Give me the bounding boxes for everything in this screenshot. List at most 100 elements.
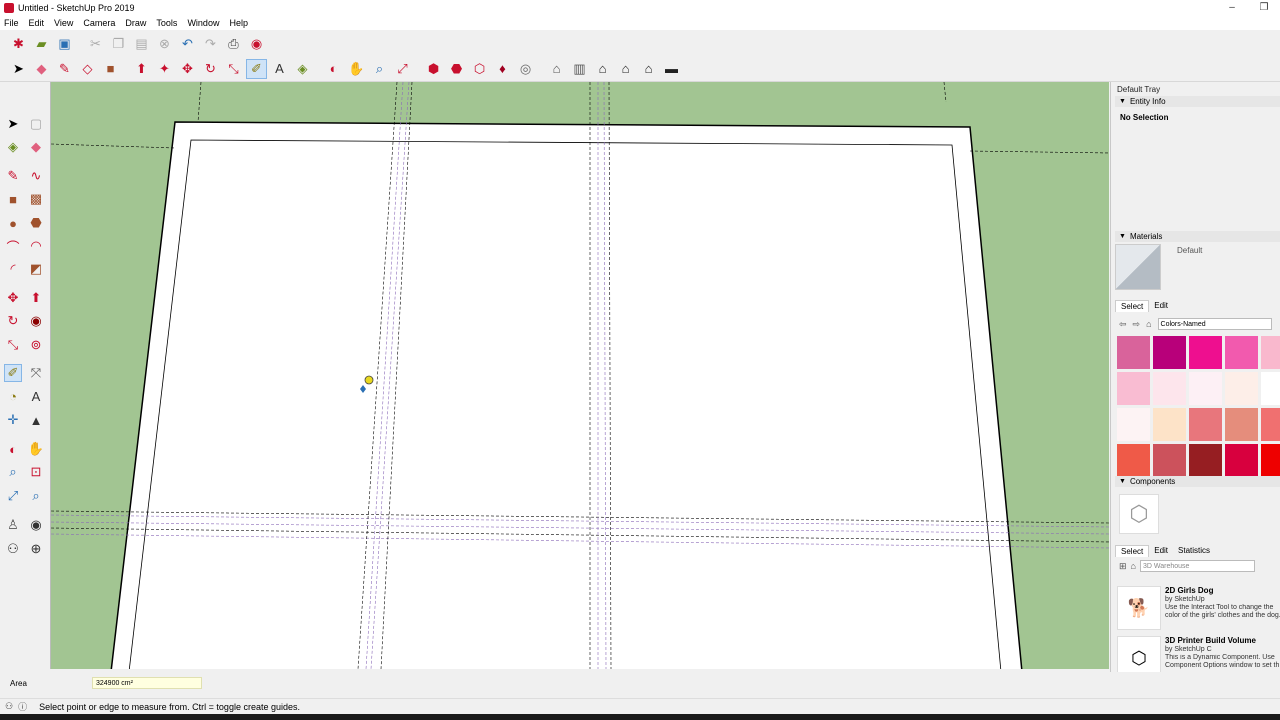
material-swatch[interactable] — [1153, 408, 1186, 441]
position-camera-icon[interactable]: ♙ — [4, 516, 22, 534]
material-swatch[interactable] — [1117, 372, 1150, 405]
offset-tool-icon[interactable]: ⊚ — [27, 336, 45, 354]
back-arrow-icon[interactable]: ⇦ — [1119, 319, 1127, 330]
components-tab-statistics[interactable]: Statistics — [1173, 545, 1215, 557]
pan-icon[interactable]: ✋ — [346, 59, 367, 79]
cut-icon[interactable]: ✂ — [85, 33, 106, 53]
rotate-icon[interactable]: ↻ — [200, 59, 221, 79]
home-icon[interactable]: ⌂ — [1146, 319, 1151, 329]
material-swatch[interactable] — [1117, 444, 1150, 477]
rectangle-icon[interactable]: ■ — [100, 59, 121, 79]
select-icon[interactable]: ➤ — [8, 59, 29, 79]
entity-info-header[interactable]: ▼ Entity Info — [1115, 96, 1280, 107]
move-tool-icon[interactable]: ✥ — [4, 289, 22, 307]
arc-tool-icon[interactable]: ⌒ — [4, 237, 22, 255]
warehouse-icon[interactable]: ⬢ — [423, 59, 444, 79]
forward-arrow-icon[interactable]: ⇨ — [1133, 319, 1141, 330]
save-icon[interactable]: ▣ — [54, 33, 75, 53]
zoom-extents-tool-icon[interactable]: ⤢ — [4, 487, 22, 505]
menu-tools[interactable]: Tools — [156, 18, 177, 28]
right-view-icon[interactable]: ⌂ — [615, 59, 636, 79]
menu-edit[interactable]: Edit — [29, 18, 45, 28]
zoom-icon[interactable]: ⌕ — [369, 59, 390, 79]
section-plane-icon[interactable]: ⊕ — [27, 540, 45, 558]
push-pull-icon[interactable]: ⬆ — [131, 59, 152, 79]
scale-icon[interactable]: ⤡ — [223, 59, 244, 79]
materials-tab-edit[interactable]: Edit — [1149, 300, 1173, 312]
two-point-arc-icon[interactable]: ◠ — [27, 237, 45, 255]
freehand-tool-icon[interactable]: ∿ — [27, 167, 45, 185]
menu-draw[interactable]: Draw — [125, 18, 146, 28]
material-swatch[interactable] — [1189, 372, 1222, 405]
orbit-icon[interactable]: ◐ — [323, 59, 344, 79]
three-point-arc-icon[interactable]: ◜ — [4, 260, 22, 278]
materials-tab-select[interactable]: Select — [1115, 300, 1150, 312]
material-collection-select[interactable]: Colors-Named — [1157, 318, 1272, 330]
material-swatch[interactable] — [1225, 444, 1258, 477]
components-header[interactable]: ▼ Components — [1115, 476, 1280, 487]
home-icon[interactable]: ⌂ — [1131, 561, 1136, 571]
front-view-icon[interactable]: ⌂ — [592, 59, 613, 79]
material-swatch[interactable] — [1153, 336, 1186, 369]
walk-tool-icon[interactable]: ⚇ — [4, 540, 22, 558]
material-swatch[interactable] — [1117, 336, 1150, 369]
look-around-icon[interactable]: ◉ — [27, 516, 45, 534]
share-icon[interactable]: ⬡ — [469, 59, 490, 79]
drawing-viewport[interactable] — [50, 82, 1109, 669]
orbit-tool-icon[interactable]: ◐ — [4, 440, 22, 458]
line-tool-icon[interactable]: ✎ — [4, 167, 22, 185]
zoom-extents-icon[interactable]: ⤢ — [392, 59, 413, 79]
material-swatch[interactable] — [1225, 408, 1258, 441]
iso-view-icon[interactable]: ⌂ — [546, 59, 567, 79]
move-icon[interactable]: ✥ — [177, 59, 198, 79]
material-swatch[interactable] — [1189, 336, 1222, 369]
pencil-icon[interactable]: ✎ — [54, 59, 75, 79]
components-search-input[interactable]: 3D Warehouse — [1139, 560, 1255, 572]
select-tool-icon[interactable]: ➤ — [4, 115, 22, 133]
minimize-button[interactable]: – — [1216, 0, 1248, 16]
pie-tool-icon[interactable]: ◩ — [27, 260, 45, 278]
left-view-icon[interactable]: ▬ — [661, 59, 682, 79]
follow-me-icon[interactable]: ✦ — [154, 59, 175, 79]
zoom-tool-icon[interactable]: ⌕ — [4, 463, 22, 481]
model-info-icon[interactable]: ◉ — [246, 33, 267, 53]
material-swatch[interactable] — [1261, 444, 1280, 477]
text-icon[interactable]: A — [269, 59, 290, 79]
current-material-preview[interactable] — [1115, 244, 1161, 290]
make-component-icon[interactable]: ▢ — [27, 115, 45, 133]
eraser-tool-icon[interactable]: ◆ — [27, 138, 45, 156]
paste-icon[interactable]: ▤ — [131, 33, 152, 53]
model-canvas[interactable] — [51, 82, 1109, 669]
tape-measure-icon[interactable]: ✐ — [246, 58, 267, 79]
material-swatch[interactable] — [1261, 408, 1280, 441]
component-preview-cube-icon[interactable]: ⬡ — [1119, 494, 1159, 534]
material-swatch[interactable] — [1189, 408, 1222, 441]
paint-bucket-icon[interactable]: ◈ — [292, 59, 313, 79]
redo-icon[interactable]: ↷ — [200, 33, 221, 53]
rotated-rectangle-icon[interactable]: ▩ — [27, 190, 45, 208]
shapes-icon[interactable]: ◇ — [77, 59, 98, 79]
push-pull-tool-icon[interactable]: ⬆ — [27, 289, 45, 307]
copy-icon[interactable]: ❐ — [108, 33, 129, 53]
material-swatch[interactable] — [1261, 372, 1280, 405]
polygon-tool-icon[interactable]: ⬣ — [27, 214, 45, 232]
extension-icon[interactable]: ⬣ — [446, 59, 467, 79]
menu-window[interactable]: Window — [187, 18, 219, 28]
pan-tool-icon[interactable]: ✋ — [27, 440, 45, 458]
view-options-icon[interactable]: ⊞ — [1119, 561, 1127, 572]
print-icon[interactable]: ⎙ — [223, 33, 244, 53]
new-file-icon[interactable]: ✱ — [8, 33, 29, 53]
open-folder-icon[interactable]: ▰ — [31, 33, 52, 53]
material-swatch[interactable] — [1261, 336, 1280, 369]
previous-view-icon[interactable]: ⌕ — [27, 487, 45, 505]
zoom-window-icon[interactable]: ⊡ — [27, 463, 45, 481]
tape-measure-tool-icon[interactable]: ✐ — [4, 364, 22, 382]
scale-tool-icon[interactable]: ⤡ — [4, 336, 22, 354]
menu-file[interactable]: File — [4, 18, 19, 28]
material-swatch[interactable] — [1153, 372, 1186, 405]
material-swatch[interactable] — [1153, 444, 1186, 477]
3d-text-tool-icon[interactable]: ▲ — [27, 411, 45, 429]
info-icon[interactable]: ⓘ — [18, 700, 27, 713]
material-swatch[interactable] — [1189, 444, 1222, 477]
materials-header[interactable]: ▼ Materials — [1115, 231, 1280, 242]
